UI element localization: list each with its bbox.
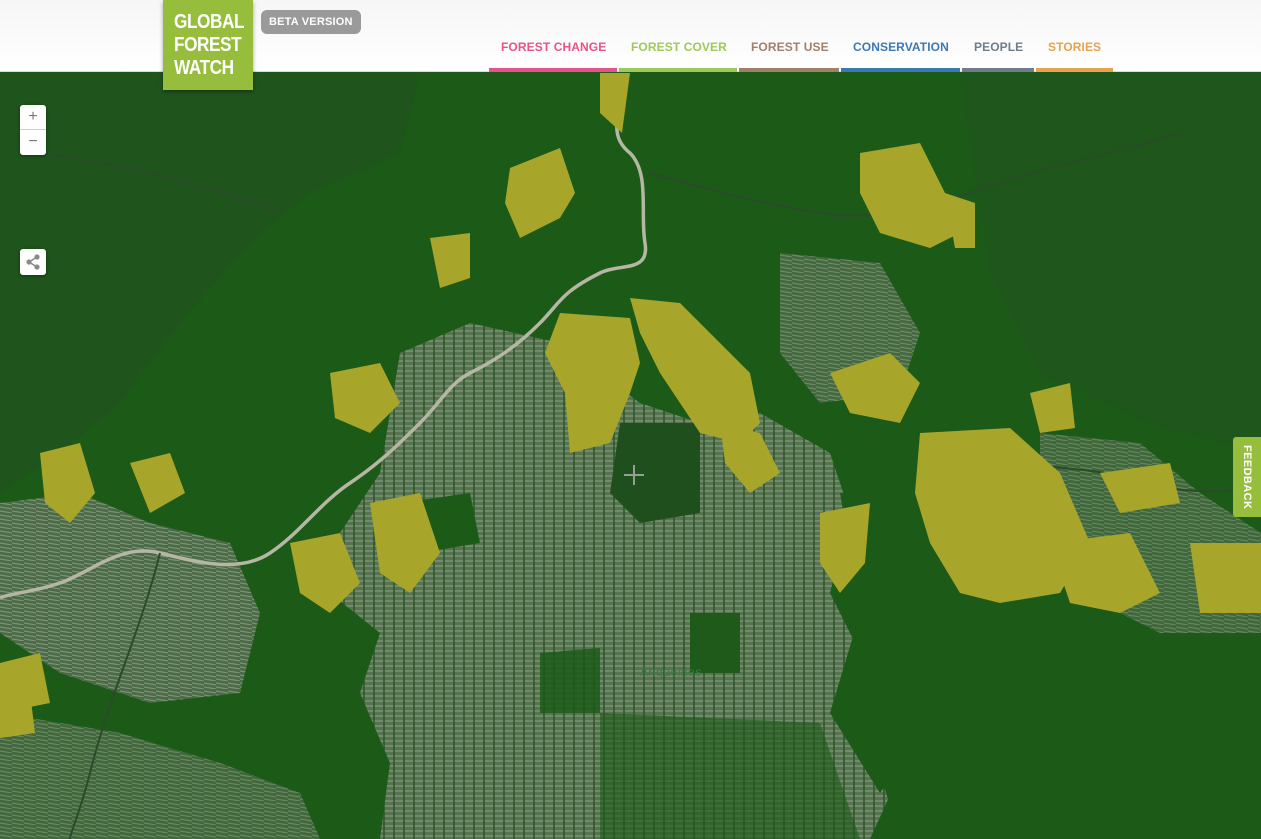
- feedback-label: FEEDBACK: [1241, 444, 1253, 510]
- forest-patch-4: [540, 648, 600, 713]
- logo-line-3: WATCH: [174, 57, 234, 79]
- share-icon: [26, 254, 40, 270]
- zoom-out-button[interactable]: −: [20, 130, 46, 155]
- map-imagery: [0, 73, 1261, 839]
- nav-forest-change[interactable]: FOREST CHANGE: [489, 0, 617, 72]
- logo-line-1: GLOBAL: [174, 11, 245, 33]
- main-nav: FOREST CHANGE FOREST COVER FOREST USE CO…: [489, 0, 1115, 72]
- forest-block-se: [880, 633, 1261, 839]
- zoom-control: + −: [20, 105, 46, 155]
- city-label: Ariquemes: [640, 665, 702, 679]
- beta-version-badge: BETA VERSION: [261, 10, 361, 34]
- map-canvas[interactable]: Ariquemes: [0, 73, 1261, 839]
- share-button[interactable]: [20, 249, 46, 275]
- protected-area-se-edge: [1190, 543, 1261, 613]
- nav-forest-cover[interactable]: FOREST COVER: [619, 0, 737, 72]
- forest-patch-2: [690, 613, 740, 673]
- zoom-in-button[interactable]: +: [20, 105, 46, 130]
- nav-stories[interactable]: STORIES: [1036, 0, 1113, 72]
- forest-block-south: [600, 713, 860, 839]
- global-forest-watch-logo[interactable]: GLOBAL FOREST WATCH: [163, 0, 253, 90]
- nav-conservation[interactable]: CONSERVATION: [841, 0, 960, 72]
- crosshair-cursor-icon: [624, 465, 644, 485]
- nav-forest-use[interactable]: FOREST USE: [739, 0, 839, 72]
- protected-area-sw-3: [0, 693, 35, 738]
- feedback-tab[interactable]: FEEDBACK: [1233, 437, 1261, 517]
- logo-line-2: FOREST: [174, 34, 242, 56]
- nav-people[interactable]: PEOPLE: [962, 0, 1034, 72]
- header: GLOBAL FOREST WATCH BETA VERSION FOREST …: [0, 0, 1261, 90]
